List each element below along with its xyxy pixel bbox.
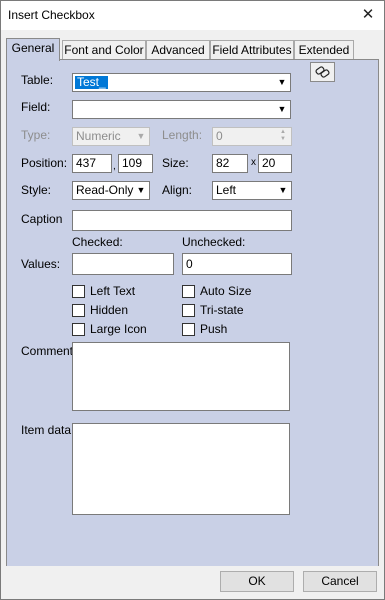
- length-value: 0: [216, 129, 223, 143]
- style-value: Read-Only: [76, 183, 134, 197]
- hidden-checkbox[interactable]: [72, 304, 85, 317]
- dialog-footer: OK Cancel: [1, 566, 384, 599]
- link-icon: [315, 66, 330, 78]
- position-label: Position:: [21, 156, 68, 170]
- item-data-label: Item data:: [21, 423, 75, 437]
- position-y-value: 109: [122, 156, 143, 170]
- tab-field-attributes[interactable]: Field Attributes: [210, 40, 294, 60]
- size-width-input[interactable]: 82: [212, 154, 248, 173]
- ok-button[interactable]: OK: [220, 571, 294, 592]
- caption-input[interactable]: [72, 210, 292, 231]
- style-label: Style:: [21, 183, 52, 197]
- insert-checkbox-dialog: Insert Checkbox ✕ General Font and Color…: [0, 0, 385, 600]
- table-value: Test_: [75, 75, 108, 89]
- tab-advanced[interactable]: Advanced: [146, 40, 210, 60]
- position-x-value: 437: [76, 156, 97, 170]
- type-value: Numeric: [76, 129, 121, 143]
- left-text-checkbox[interactable]: [72, 285, 85, 298]
- left-text-label: Left Text: [90, 284, 136, 298]
- position-y-input[interactable]: 109: [118, 154, 153, 173]
- align-dropdown[interactable]: Left ▼: [212, 181, 292, 200]
- caption-label: Caption: [21, 212, 63, 226]
- type-dropdown[interactable]: Numeric ▼: [72, 127, 150, 146]
- align-value: Left: [216, 183, 237, 197]
- hidden-label: Hidden: [90, 303, 129, 317]
- spinner-arrows-icon[interactable]: ▲ ▼: [276, 129, 290, 144]
- tri-state-label: Tri-state: [200, 303, 244, 317]
- table-dropdown[interactable]: Test_ ▼: [72, 73, 291, 92]
- large-icon-checkbox[interactable]: [72, 323, 85, 336]
- comment-textarea[interactable]: [72, 342, 290, 411]
- comment-label: Comment:: [21, 344, 77, 358]
- tri-state-checkbox[interactable]: [182, 304, 195, 317]
- type-label: Type:: [21, 128, 51, 142]
- chevron-down-icon[interactable]: ▼: [275, 102, 289, 117]
- checked-value-input[interactable]: [72, 253, 174, 275]
- chevron-down-icon[interactable]: ▼: [134, 183, 148, 198]
- tab-font-and-color[interactable]: Font and Color: [62, 40, 146, 60]
- window-title: Insert Checkbox: [8, 8, 95, 22]
- chevron-down-icon[interactable]: ▼: [276, 183, 290, 198]
- chevron-down-icon[interactable]: ▼: [134, 129, 148, 144]
- position-separator: ,: [113, 161, 116, 172]
- align-label: Align:: [162, 183, 193, 197]
- size-width-value: 82: [216, 156, 230, 170]
- large-icon-label: Large Icon: [90, 322, 147, 336]
- size-separator: x: [251, 157, 256, 168]
- unchecked-value: 0: [186, 257, 193, 271]
- field-dropdown[interactable]: ▼: [72, 100, 291, 119]
- push-label: Push: [200, 322, 228, 336]
- unchecked-label: Unchecked:: [182, 235, 246, 249]
- title-bar: Insert Checkbox ✕: [1, 1, 384, 30]
- general-panel: Table: Test_ ▼ Field: ▼ Type: Numeric ▼ …: [6, 59, 379, 568]
- unchecked-value-input[interactable]: 0: [182, 253, 292, 275]
- tab-extended[interactable]: Extended: [294, 40, 354, 60]
- table-label: Table:: [21, 73, 54, 87]
- size-height-value: 20: [262, 156, 276, 170]
- size-height-input[interactable]: 20: [258, 154, 292, 173]
- field-label: Field:: [21, 100, 51, 114]
- values-label: Values:: [21, 257, 61, 271]
- auto-size-checkbox[interactable]: [182, 285, 195, 298]
- auto-size-label: Auto Size: [200, 284, 252, 298]
- checked-label: Checked:: [72, 235, 123, 249]
- field-picker-button[interactable]: [310, 62, 335, 82]
- length-spinner[interactable]: 0 ▲ ▼: [212, 127, 292, 146]
- cancel-button[interactable]: Cancel: [303, 571, 377, 592]
- close-icon[interactable]: ✕: [358, 5, 378, 25]
- push-checkbox[interactable]: [182, 323, 195, 336]
- length-label: Length:: [162, 128, 203, 142]
- chevron-down-icon[interactable]: ▼: [275, 75, 289, 90]
- position-x-input[interactable]: 437: [72, 154, 112, 173]
- style-dropdown[interactable]: Read-Only ▼: [72, 181, 150, 200]
- size-label: Size:: [162, 156, 189, 170]
- item-data-textarea[interactable]: [72, 423, 290, 515]
- tab-general[interactable]: General: [6, 38, 60, 61]
